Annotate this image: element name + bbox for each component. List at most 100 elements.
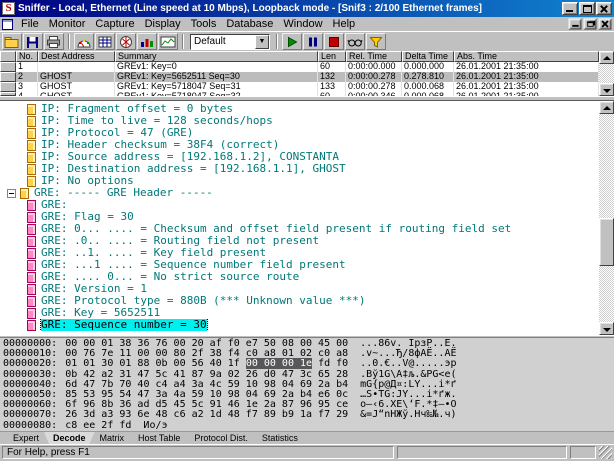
menu-tools[interactable]: Tools xyxy=(186,18,222,31)
minimize-button[interactable] xyxy=(562,2,578,15)
cell-summary: GREv1: Key=5652511 Seq=30 xyxy=(115,72,318,82)
packet-list-scrollbar[interactable] xyxy=(599,51,614,96)
host-table-button[interactable] xyxy=(95,33,115,50)
decode-tree-line[interactable]: GRE: Flag = 30 xyxy=(0,211,599,223)
decode-tree-line[interactable]: IP: Header checksum = 38F4 (correct) xyxy=(0,139,599,151)
hex-offset: 00000020: xyxy=(3,358,57,369)
menu-database[interactable]: Database xyxy=(221,18,278,31)
save-icon xyxy=(25,35,41,49)
decode-tree-line[interactable]: GRE: xyxy=(0,199,599,211)
packet-list-main: No. Dest Address Summary Len Rel. Time D… xyxy=(0,51,599,96)
decode-tree-line[interactable]: IP: No options xyxy=(0,175,599,187)
decode-tree-line[interactable]: IP: Destination address = [192.168.1.1],… xyxy=(0,163,599,175)
menu-display[interactable]: Display xyxy=(140,18,186,31)
hex-offset: 00000070: xyxy=(3,409,57,420)
menu-help[interactable]: Help xyxy=(328,18,361,31)
column-header-abs-time[interactable]: Abs. Time xyxy=(454,51,599,62)
bar-chart-icon xyxy=(139,35,155,49)
status-bar: For Help, press F1 xyxy=(0,444,614,461)
row-selector[interactable] xyxy=(0,62,16,72)
decode-tree-line[interactable]: IP: Protocol = 47 (GRE) xyxy=(0,127,599,139)
decode-tree-line[interactable]: GRE: .... 0... = No strict source route xyxy=(0,271,599,283)
column-header-no[interactable]: No. xyxy=(16,51,38,62)
column-header-summary[interactable]: Summary xyxy=(115,51,318,62)
dashboard-button[interactable] xyxy=(74,33,94,50)
scroll-track[interactable] xyxy=(599,64,614,83)
scroll-down-icon[interactable] xyxy=(599,322,614,335)
tab-matrix[interactable]: Matrix xyxy=(91,432,134,444)
row-selector[interactable] xyxy=(0,82,16,92)
mdi-restore-button[interactable] xyxy=(584,18,597,29)
decode-tree-line[interactable]: IP: Fragment offset = 0 bytes xyxy=(0,103,599,115)
menu-monitor[interactable]: Monitor xyxy=(44,18,91,31)
decode-line-text: GRE: ..1. .... = Key field present xyxy=(41,247,266,259)
decode-tree-line[interactable]: GRE: Version = 1 xyxy=(0,283,599,295)
decode-tree-line[interactable]: GRE: ----- GRE Header ----- xyxy=(0,187,599,199)
tab-host-table[interactable]: Host Table xyxy=(129,432,189,444)
table-row[interactable]: 1 GREv1: Key=0 60 0:00:00.000 0.000.000 … xyxy=(0,62,599,72)
title-bar[interactable]: Sniffer - Local, Ethernet (Line speed at… xyxy=(0,0,614,17)
open-file-button[interactable] xyxy=(2,33,22,50)
scroll-down-icon[interactable] xyxy=(599,83,614,96)
matrix-button[interactable] xyxy=(116,33,136,50)
mdi-minimize-button[interactable] xyxy=(569,18,582,29)
gre-field-icon xyxy=(27,248,36,259)
cell-len: 60 xyxy=(318,62,346,72)
chevron-down-icon[interactable] xyxy=(255,35,269,49)
capture-start-icon xyxy=(284,35,300,49)
decode-tree-line[interactable]: GRE: ...1 .... = Sequence number field p… xyxy=(0,259,599,271)
toolbar-separator xyxy=(68,34,70,49)
scroll-thumb[interactable] xyxy=(599,218,614,266)
print-button[interactable] xyxy=(44,33,64,50)
tab-decode[interactable]: Decode xyxy=(44,432,95,444)
menu-capture[interactable]: Capture xyxy=(90,18,139,31)
decode-tree-line[interactable]: IP: Source address = [192.168.1.2], CONS… xyxy=(0,151,599,163)
bar-chart-button[interactable] xyxy=(137,33,157,50)
row-selector[interactable] xyxy=(0,72,16,82)
menu-window[interactable]: Window xyxy=(278,18,327,31)
matrix-icon xyxy=(118,35,134,49)
decode-tree-line[interactable]: GRE: .0.. .... = Routing field not prese… xyxy=(0,235,599,247)
scroll-up-icon[interactable] xyxy=(599,101,614,114)
menu-file[interactable]: File xyxy=(16,18,44,31)
status-panel xyxy=(397,446,567,459)
resize-grip[interactable] xyxy=(599,446,612,459)
collapse-minus-icon[interactable] xyxy=(7,189,16,198)
column-header-delta-time[interactable]: Delta Time xyxy=(402,51,454,62)
maximize-button[interactable] xyxy=(579,2,595,15)
column-header-rel-time[interactable]: Rel. Time xyxy=(346,51,402,62)
decode-tree-line[interactable]: GRE: ..1. .... = Key field present xyxy=(0,247,599,259)
close-button[interactable] xyxy=(596,2,612,15)
decode-tree-line[interactable]: GRE: 0... .... = Checksum and offset fie… xyxy=(0,223,599,235)
table-row[interactable]: 2 GHOST GREv1: Key=5652511 Seq=30 132 0:… xyxy=(0,72,599,82)
gre-header-icon xyxy=(20,188,29,199)
profile-select[interactable]: Default xyxy=(190,34,270,50)
tab-expert[interactable]: Expert xyxy=(4,432,48,444)
capture-stop-button[interactable] xyxy=(324,33,344,50)
mdi-document-icon[interactable] xyxy=(2,19,13,30)
tab-protocol-dist[interactable]: Protocol Dist. xyxy=(185,432,257,444)
scroll-up-icon[interactable] xyxy=(599,51,614,64)
decode-tree-line[interactable]: IP: Time to live = 128 seconds/hops xyxy=(0,115,599,127)
define-filter-button[interactable] xyxy=(366,33,386,50)
column-header-dest-address[interactable]: Dest Address xyxy=(38,51,115,62)
tab-statistics[interactable]: Statistics xyxy=(253,432,307,444)
decode-tree-line[interactable]: GRE: Protocol type = 880B (*** Unknown v… xyxy=(0,295,599,307)
host-table-icon xyxy=(97,35,113,49)
mdi-close-button[interactable] xyxy=(599,18,612,29)
table-row[interactable]: 3 GHOST GREv1: Key=5718047 Seq=31 133 0:… xyxy=(0,82,599,92)
tab-label: Expert xyxy=(13,433,39,443)
cell-summary: GREv1: Key=0 xyxy=(115,62,318,72)
cell-rel-time: 0:00:00.278 xyxy=(346,82,402,92)
scroll-track[interactable] xyxy=(599,114,614,322)
capture-start-button[interactable] xyxy=(282,33,302,50)
save-button[interactable] xyxy=(23,33,43,50)
decode-scrollbar[interactable] xyxy=(599,101,614,335)
history-chart-button[interactable] xyxy=(158,33,178,50)
column-header-len[interactable]: Len xyxy=(318,51,346,62)
decode-tree-line-selected[interactable]: GRE: Sequence number = 30 xyxy=(0,319,599,331)
decode-tree-line[interactable]: GRE: Key = 5652511 xyxy=(0,307,599,319)
capture-view-button[interactable] xyxy=(345,33,365,50)
hex-dump-line[interactable]: 00000080:c8 ee 2f fdИо/э xyxy=(3,421,611,431)
capture-pause-button[interactable] xyxy=(303,33,323,50)
